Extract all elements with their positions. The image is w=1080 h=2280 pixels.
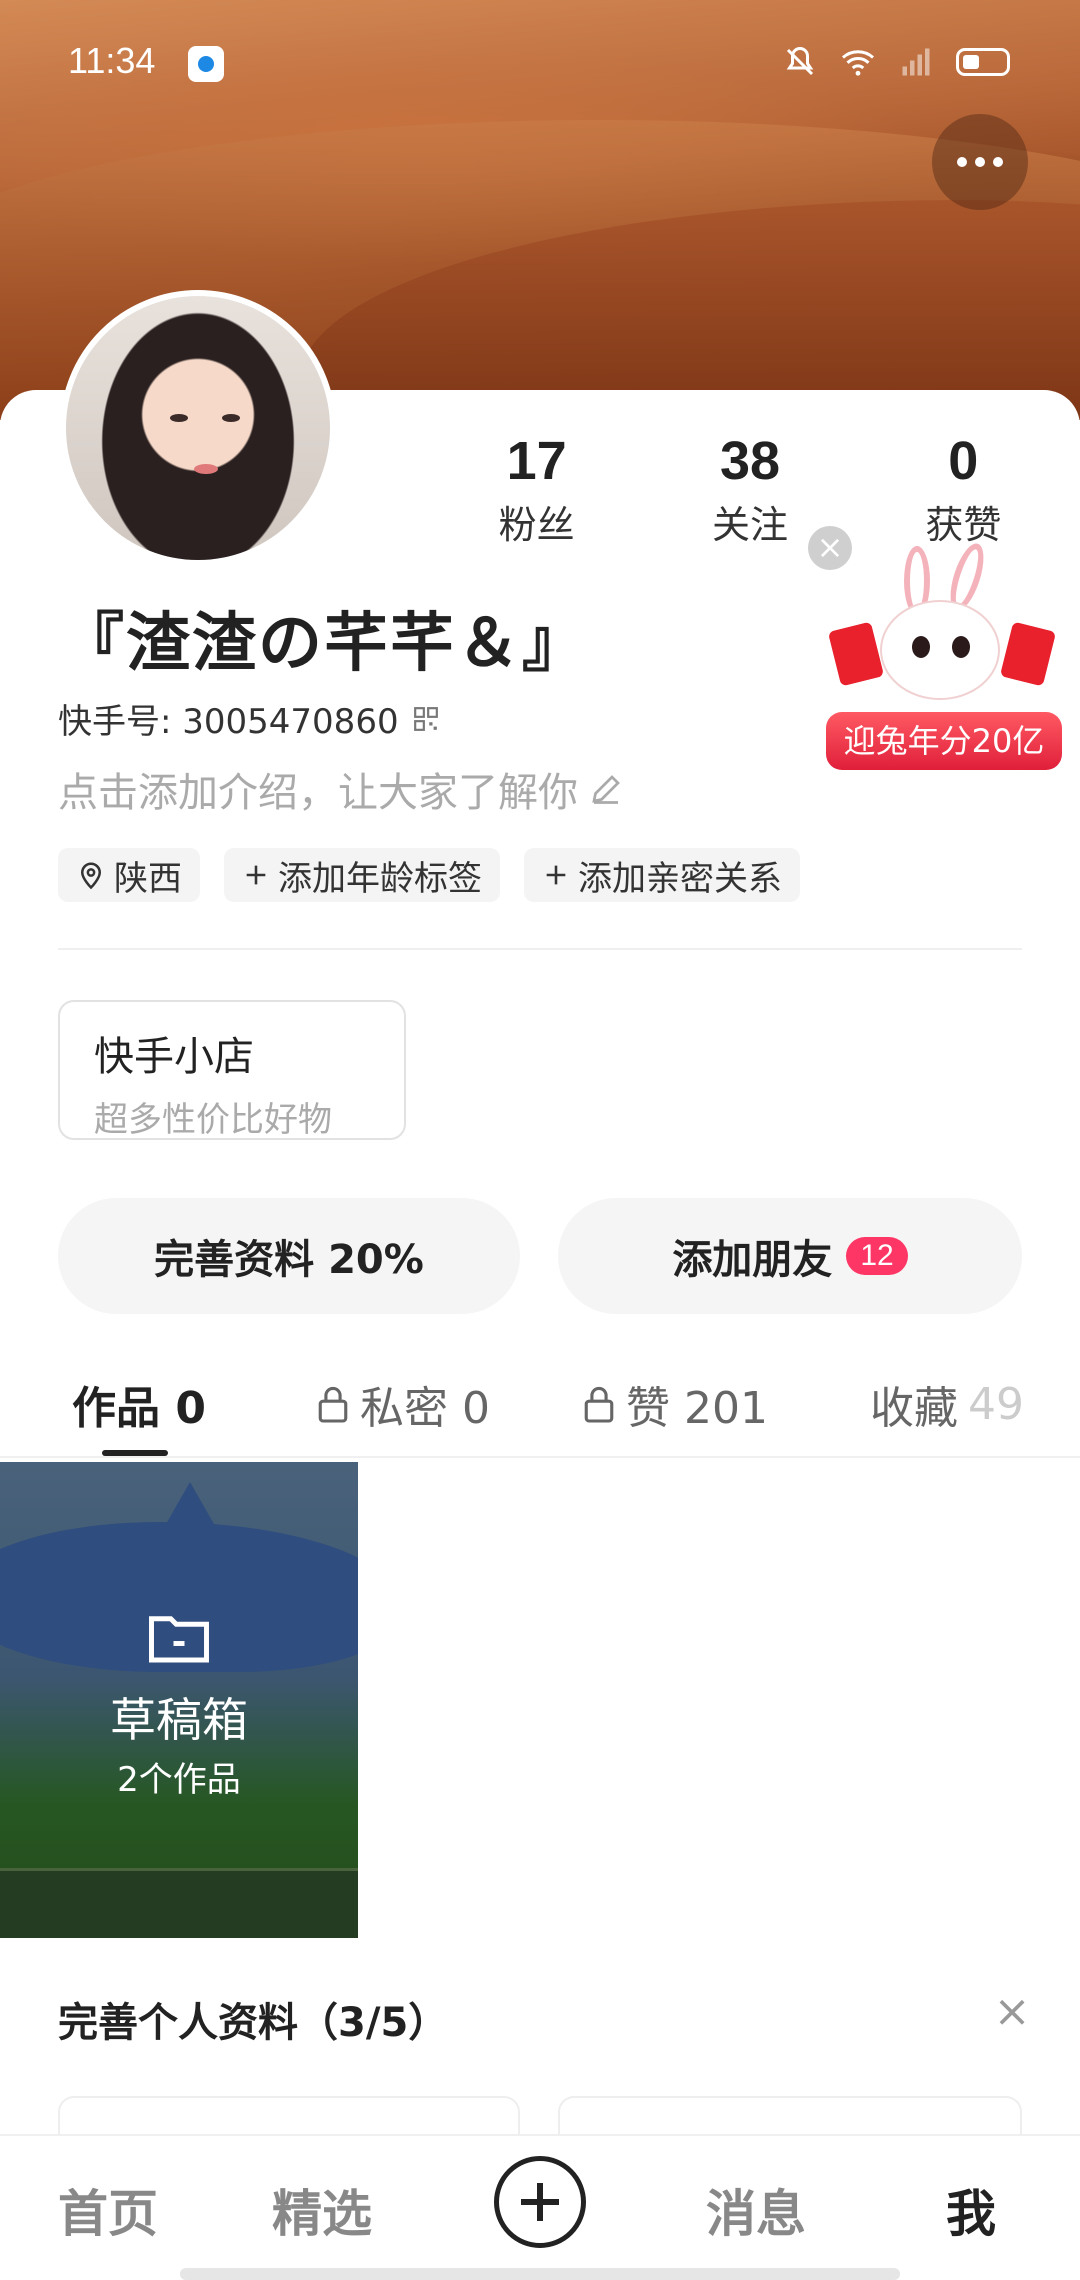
signal-icon [902, 48, 930, 76]
followers-count: 17 [506, 431, 567, 491]
tab-favorites[interactable]: 收藏 49 [870, 1372, 1024, 1436]
following-count: 38 [719, 431, 781, 491]
notification-app-icon [188, 46, 224, 82]
status-icons [782, 44, 1010, 80]
draft-title: 草稿箱 [110, 1693, 248, 1747]
avatar[interactable] [60, 290, 336, 566]
shop-subtitle: 超多性价比好物 [94, 1100, 332, 1140]
folder-icon [149, 1616, 209, 1663]
plus-icon [546, 865, 566, 885]
red-envelope-icon [827, 621, 885, 687]
tab-label: 赞 201 [626, 1383, 768, 1434]
tab-private[interactable]: 私密 0 [316, 1372, 490, 1436]
nav-messages[interactable]: 消息 [706, 2174, 806, 2246]
draft-count: 2个作品 [117, 1760, 241, 1800]
tag-label: 陕西 [114, 858, 182, 899]
tab-label: 作品 0 [72, 1383, 206, 1434]
nav-home[interactable]: 首页 [58, 2174, 158, 2246]
profile-completion-card[interactable] [58, 2096, 520, 2136]
tab-liked[interactable]: 赞 201 [582, 1372, 768, 1436]
likes-stat[interactable]: 0 获赞 [857, 430, 1070, 549]
tab-works[interactable]: 作品 0 [72, 1372, 206, 1436]
intro-placeholder: 点击添加介绍，让大家了解你 [58, 770, 578, 816]
add-friends-label: 添加朋友 [672, 1237, 833, 1283]
followers-label: 粉丝 [498, 503, 575, 547]
tag-label: 添加年龄标签 [278, 858, 482, 899]
profile-stats: 17 粉丝 38 关注 0 获赞 [430, 430, 1070, 549]
tab-label: 收藏 [870, 1383, 958, 1434]
promo-widget[interactable]: 迎兔年分20亿 [826, 539, 1062, 776]
status-time: 11:34 [68, 40, 156, 81]
tab-count: 49 [968, 1378, 1024, 1430]
status-bar: 11:34 [0, 0, 1080, 130]
profile-tags: 陕西 添加年龄标签 添加亲密关系 [58, 848, 800, 902]
kuaishou-id-row[interactable]: 快手号: 3005470860 [58, 694, 439, 743]
lock-icon [584, 1386, 614, 1423]
section-divider [58, 948, 1022, 950]
profile-completion-title: 完善个人资料（3/5） [58, 2000, 449, 2046]
kuaishou-id: 快手号: 3005470860 [58, 702, 399, 742]
add-friends-button[interactable]: 添加朋友 12 [558, 1198, 1022, 1314]
nickname: 『渣渣の芊芊＆』 [60, 607, 588, 681]
profile-completion-card[interactable] [558, 2096, 1022, 2136]
plus-icon [246, 865, 266, 885]
tag-add-age[interactable]: 添加年龄标签 [224, 848, 500, 902]
likes-count: 0 [948, 431, 979, 491]
mute-bell-icon [786, 46, 814, 76]
content-tabs: 作品 0 私密 0 赞 201 收藏 49 [0, 1362, 1080, 1458]
intro-field[interactable]: 点击添加介绍，让大家了解你 [58, 760, 624, 818]
wifi-icon [842, 50, 874, 76]
nav-featured[interactable]: 精选 [272, 2174, 372, 2246]
active-tab-indicator [102, 1450, 168, 1456]
kuaishou-shop-card[interactable]: 快手小店 超多性价比好物 [58, 1000, 406, 1140]
edit-pencil-icon [592, 775, 620, 804]
complete-profile-label: 完善资料 20% [154, 1237, 424, 1283]
bunny-mascot [880, 600, 1000, 700]
tag-add-relationship[interactable]: 添加亲密关系 [524, 848, 800, 902]
location-icon [80, 862, 102, 890]
battery-icon [956, 48, 1010, 76]
complete-profile-button[interactable]: 完善资料 20% [58, 1198, 520, 1314]
promo-label: 迎兔年分20亿 [826, 712, 1062, 770]
more-options-button[interactable] [932, 114, 1028, 210]
lock-icon [318, 1386, 348, 1423]
followers-stat[interactable]: 17 粉丝 [430, 430, 643, 549]
home-indicator [180, 2268, 900, 2280]
add-friends-badge: 12 [846, 1237, 908, 1275]
tab-label: 私密 0 [360, 1383, 490, 1434]
bottom-nav: 首页 精选 消息 我 [0, 2134, 1080, 2280]
draft-box-tile[interactable]: 草稿箱 2个作品 [0, 1462, 358, 1938]
qr-code-icon[interactable] [413, 706, 439, 732]
tag-label: 添加亲密关系 [578, 858, 782, 899]
tag-location[interactable]: 陕西 [58, 848, 200, 902]
nav-me[interactable]: 我 [946, 2174, 996, 2246]
create-post-button[interactable] [494, 2156, 586, 2248]
red-envelope-icon [999, 621, 1057, 687]
shop-title: 快手小店 [94, 1034, 254, 1080]
profile-completion-close-button[interactable]: × [992, 1990, 1032, 2034]
